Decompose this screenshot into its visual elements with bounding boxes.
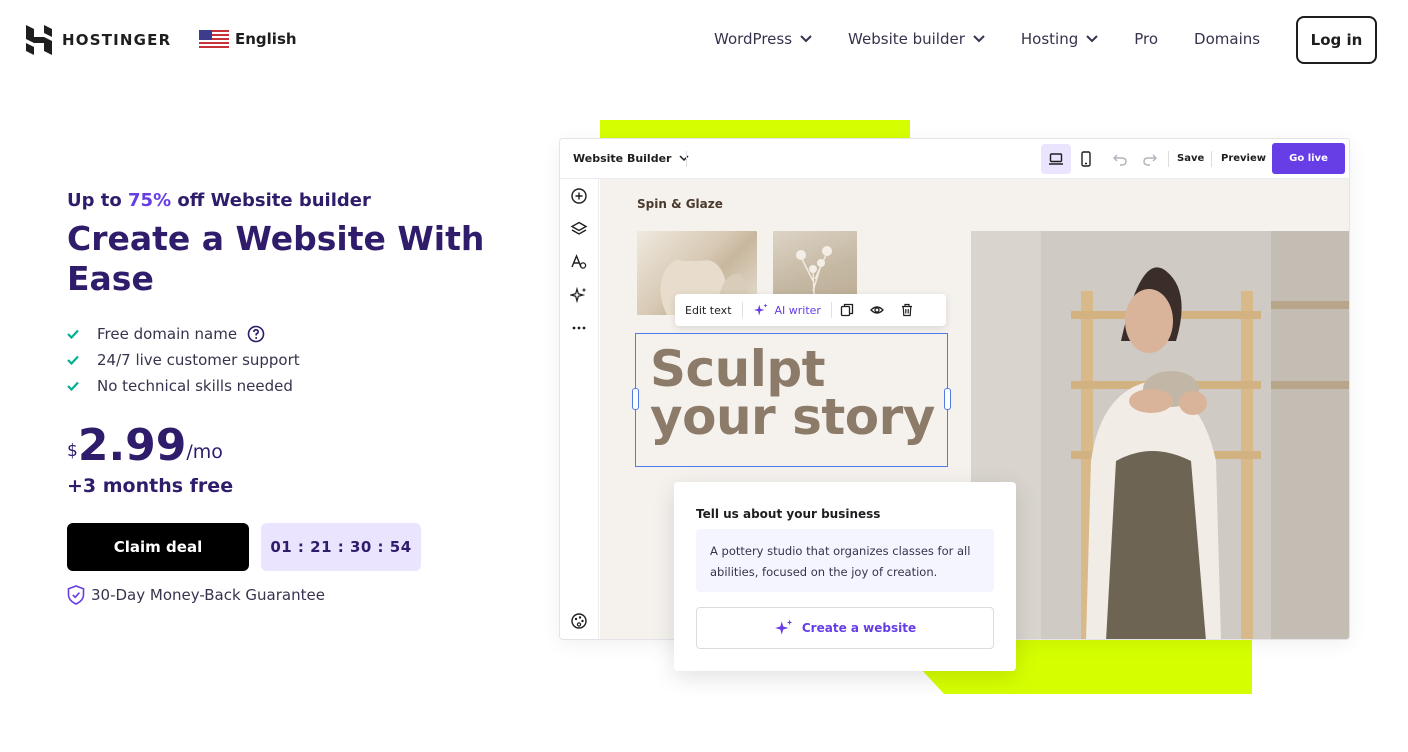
login-button[interactable]: Log in: [1296, 16, 1377, 64]
laptop-icon: [1049, 153, 1063, 165]
editor-toolbar: Website Builder Save Preview Go live: [560, 139, 1349, 179]
hero-heading-text[interactable]: Sculpt your story: [650, 340, 935, 446]
desktop-view-button[interactable]: [1041, 144, 1071, 174]
go-live-button[interactable]: Go live: [1272, 143, 1345, 174]
editor-sidebar: [560, 179, 599, 639]
trash-icon[interactable]: [900, 303, 914, 317]
potter-photo[interactable]: [971, 231, 1349, 639]
nav-label: Hosting: [1020, 30, 1079, 48]
phone-icon: [1081, 151, 1091, 167]
sparkles-icon[interactable]: [570, 286, 588, 304]
nav-label: WordPress: [714, 30, 793, 48]
business-prompt-card: Tell us about your business A pottery st…: [674, 482, 1016, 671]
text-style-icon[interactable]: [570, 253, 588, 271]
chevron-down-icon: [1086, 35, 1098, 43]
site-header: HOSTINGER English WordPress Website buil…: [0, 0, 1408, 80]
business-card-title: Tell us about your business: [696, 507, 881, 521]
layers-icon[interactable]: [570, 220, 588, 238]
more-icon[interactable]: [570, 319, 588, 337]
ai-writer-label: AI writer: [774, 303, 821, 317]
text-edit-toolbar: Edit text AI writer: [675, 294, 946, 326]
chevron-down-icon: [973, 35, 985, 43]
plus-circle-icon[interactable]: [570, 187, 588, 205]
ai-writer-button[interactable]: AI writer: [743, 302, 831, 318]
cta-row: Claim deal 01 : 21 : 30 : 54: [67, 523, 507, 571]
editor-title-label: Website Builder: [573, 152, 672, 165]
nav-label: Pro: [1134, 30, 1159, 48]
preview-button[interactable]: Preview: [1221, 153, 1266, 164]
check-icon: [67, 355, 79, 365]
hero-section: Up to 75% off Website builder Create a W…: [67, 190, 507, 605]
promo-suffix: off Website builder: [171, 190, 371, 211]
main-nav: WordPress Website builder Hosting Pro Do…: [714, 30, 1296, 48]
create-website-label: Create a website: [801, 621, 917, 635]
help-icon[interactable]: [247, 325, 265, 343]
promo-discount: 75%: [128, 190, 172, 211]
price-currency: $: [67, 441, 78, 461]
undo-icon[interactable]: [1112, 151, 1128, 167]
price-value: 2.99: [77, 420, 187, 471]
divider: [1211, 151, 1212, 167]
countdown-timer: 01 : 21 : 30 : 54: [261, 523, 421, 571]
divider: [1168, 151, 1169, 167]
decorative-lime-shape: [600, 120, 910, 140]
list-item: Free domain name: [67, 321, 507, 347]
mobile-view-button[interactable]: [1071, 144, 1101, 174]
resize-handle-left[interactable]: [632, 388, 639, 410]
nav-label: Website builder: [848, 30, 965, 48]
promo-prefix: Up to: [67, 190, 129, 211]
hero-line: your story: [650, 388, 935, 446]
hero-line: Sculpt: [650, 340, 826, 398]
site-brand-name[interactable]: Spin & Glaze: [637, 197, 723, 211]
bonus-text: +3 months free: [67, 475, 234, 497]
list-item: No technical skills needed: [67, 373, 507, 399]
hostinger-logo[interactable]: HOSTINGER: [26, 25, 171, 55]
editor-title[interactable]: Website Builder: [573, 152, 689, 165]
divider: [830, 302, 832, 318]
palette-icon[interactable]: [570, 612, 588, 630]
edit-text-button[interactable]: Edit text: [675, 304, 742, 317]
shield-icon: [67, 585, 85, 605]
price-period: /mo: [186, 441, 223, 463]
hostinger-logo-icon: [26, 25, 52, 55]
promo-text: Up to 75% off Website builder: [67, 190, 507, 211]
eye-icon[interactable]: [870, 303, 884, 317]
nav-label: Domains: [1194, 30, 1261, 48]
us-flag-icon: [199, 30, 229, 48]
language-label: English: [235, 30, 297, 48]
redo-icon[interactable]: [1142, 151, 1158, 167]
check-icon: [67, 381, 79, 391]
chevron-down-icon: [679, 155, 689, 162]
business-description-input[interactable]: A pottery studio that organizes classes …: [696, 529, 994, 592]
guarantee-label: 30-Day Money-Back Guarantee: [91, 586, 325, 604]
resize-handle-right[interactable]: [944, 388, 951, 410]
feature-label: Free domain name: [97, 325, 238, 343]
feature-label: No technical skills needed: [97, 377, 293, 395]
sparkles-icon: [774, 619, 793, 635]
copy-icon[interactable]: [840, 303, 854, 317]
nav-pro[interactable]: Pro: [1134, 30, 1158, 48]
brand-name: HOSTINGER: [62, 31, 172, 49]
price: $ 2.99 /mo: [67, 423, 507, 469]
page-title: Create a Website With Ease: [67, 219, 485, 298]
create-website-button[interactable]: Create a website: [696, 607, 994, 649]
nav-website-builder[interactable]: Website builder: [848, 30, 985, 48]
guarantee: 30-Day Money-Back Guarantee: [67, 585, 507, 605]
save-button[interactable]: Save: [1177, 153, 1204, 164]
nav-hosting[interactable]: Hosting: [1021, 30, 1098, 48]
check-icon: [67, 329, 79, 339]
feature-label: 24/7 live customer support: [97, 351, 300, 369]
claim-deal-button[interactable]: Claim deal: [67, 523, 249, 571]
list-item: 24/7 live customer support: [67, 347, 507, 373]
sparkles-icon: [753, 303, 768, 316]
chevron-down-icon: [800, 35, 812, 43]
feature-list: Free domain name 24/7 live customer supp…: [67, 321, 507, 399]
language-selector[interactable]: English: [199, 30, 297, 48]
nav-domains[interactable]: Domains: [1194, 30, 1260, 48]
nav-wordpress[interactable]: WordPress: [714, 30, 812, 48]
divider: [686, 151, 687, 167]
